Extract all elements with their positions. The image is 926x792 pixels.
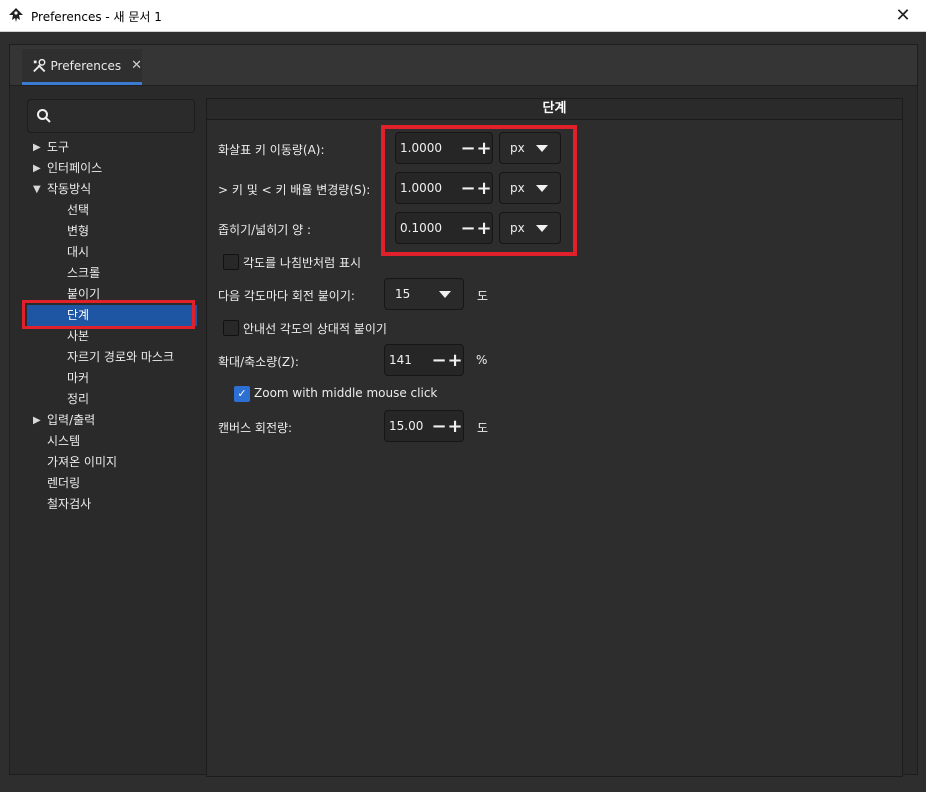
tree-item-clones[interactable]: 사본 — [27, 326, 197, 347]
tree-item-cleanup[interactable]: 정리 — [27, 389, 197, 410]
tree-item-markers[interactable]: 마커 — [27, 368, 197, 389]
canvas-rotation-spinner[interactable]: 15.00 − + — [384, 410, 464, 442]
spinner-value[interactable]: 15.00 — [385, 419, 431, 433]
tree-item-selecting[interactable]: 선택 — [27, 200, 197, 221]
tree-item-label: 입력/출력 — [47, 413, 96, 427]
zoom-step-unit: % — [476, 353, 488, 367]
tree-item-label: 작동방식 — [47, 182, 92, 196]
increment-button[interactable]: + — [447, 416, 463, 437]
rotation-snap-label: 다음 각도마다 회전 붙이기: — [218, 289, 355, 303]
arrow-keys-label: 화살표 키 이동량(A): — [218, 143, 325, 157]
middle-click-zoom-label: Zoom with middle mouse click — [254, 386, 438, 400]
tree-item-imported-images[interactable]: 가져온 이미지 — [27, 452, 197, 473]
tree-item-rendering[interactable]: 렌더링 — [27, 473, 197, 494]
selection-highlight-box — [22, 300, 195, 329]
canvas-rotation-label: 캔버스 회전량: — [218, 421, 293, 435]
tree-item-interface[interactable]: ▶ 인터페이스 — [27, 158, 197, 179]
dropdown-value: 15 — [395, 287, 411, 301]
canvas-rotation-unit: 도 — [477, 421, 489, 435]
increment-button[interactable]: + — [447, 350, 463, 371]
tree-item-tools[interactable]: ▶ 도구 — [27, 137, 197, 158]
panel-title: 단계 — [207, 99, 902, 120]
zoom-step-label: 확대/축소량(Z): — [218, 355, 299, 369]
tree-item-clippaths-masks[interactable]: 자르기 경로와 마스크 — [27, 347, 197, 368]
zoom-step-spinner[interactable]: 141 − + — [384, 344, 464, 376]
window-close-button[interactable]: ✕ — [880, 0, 926, 31]
tab-close-icon[interactable]: ✕ — [131, 58, 142, 73]
window-titlebar: Preferences - 새 문서 1 ✕ — [0, 0, 926, 32]
tree-item-spellcheck[interactable]: 철자검사 — [27, 494, 197, 515]
tab-label: Preferences — [50, 58, 122, 73]
wrench-screwdriver-icon — [33, 58, 46, 72]
tree-item-scrolling[interactable]: 스크롤 — [27, 263, 197, 284]
search-icon — [37, 109, 51, 123]
rotation-snap-dropdown[interactable]: 15 — [384, 278, 464, 310]
tree-item-input-output[interactable]: ▶ 입력/출력 — [27, 410, 197, 431]
relative-guides-label: 안내선 각도의 상대적 붙이기 — [243, 322, 387, 336]
spinner-value[interactable]: 141 — [385, 353, 431, 367]
relative-guides-checkbox[interactable] — [223, 320, 239, 336]
expand-arrow-icon[interactable]: ▶ — [33, 137, 43, 158]
tree-item-behavior[interactable]: ▼ 작동방식 — [27, 179, 197, 200]
dropdown-arrow-icon — [439, 291, 451, 298]
collapse-arrow-icon[interactable]: ▼ — [33, 179, 43, 200]
rotation-snap-unit: 도 — [477, 289, 489, 303]
search-input[interactable] — [27, 99, 195, 133]
tree-item-label: 인터페이스 — [47, 161, 103, 175]
middle-click-zoom-checkbox[interactable]: ✓ — [234, 386, 250, 402]
tab-strip: Preferences ✕ — [10, 45, 917, 86]
expand-arrow-icon[interactable]: ▶ — [33, 158, 43, 179]
highlight-box — [381, 125, 577, 256]
decrement-button[interactable]: − — [431, 416, 447, 437]
compass-angles-checkbox[interactable] — [223, 254, 239, 270]
tree-item-transforms[interactable]: 변형 — [27, 221, 197, 242]
tree-item-system[interactable]: 시스템 — [27, 431, 197, 452]
inset-outset-label: 좁히기/넓히기 양 : — [218, 223, 311, 237]
inkscape-logo-icon — [9, 8, 23, 22]
compass-angles-label: 각도를 나침반처럼 표시 — [243, 256, 362, 270]
expand-arrow-icon[interactable]: ▶ — [33, 410, 43, 431]
scale-keys-label: > 키 및 < 키 배율 변경량(S): — [218, 183, 371, 197]
tree-item-label: 도구 — [47, 140, 70, 154]
window-title: Preferences - 새 문서 1 — [31, 10, 162, 24]
decrement-button[interactable]: − — [431, 350, 447, 371]
tree-item-dashes[interactable]: 대시 — [27, 242, 197, 263]
tab-preferences[interactable]: Preferences ✕ — [22, 49, 142, 85]
